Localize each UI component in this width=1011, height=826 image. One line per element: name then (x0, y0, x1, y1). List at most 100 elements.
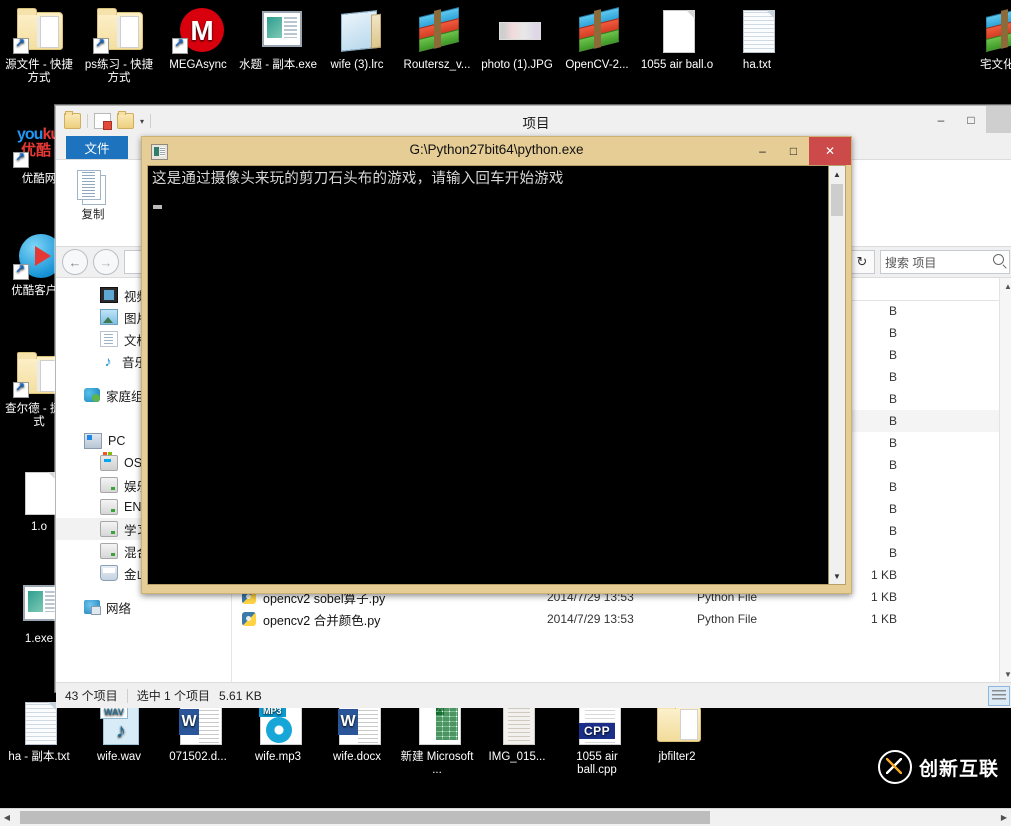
maximize-button[interactable]: □ (956, 106, 986, 133)
page-horizontal-scrollbar[interactable]: ◀ ▶ (0, 808, 1011, 826)
desktop-icon-label: jbfilter2 (658, 751, 696, 763)
python-console-window[interactable]: G:\Python27bit64\python.exe – □ ✕ 这是通过摄像… (141, 136, 852, 594)
back-button[interactable]: ← (62, 249, 88, 275)
scroll-down-arrow[interactable]: ▼ (829, 568, 845, 584)
watermark: 创新互联 (877, 750, 999, 784)
copy-icon (64, 164, 122, 206)
desktop-icon-bottom-5[interactable]: X 新建 Microsoft ... (398, 698, 476, 777)
copy-button[interactable]: 复制 (64, 164, 122, 222)
desktop-icon-label: 宅文化-... (980, 59, 1011, 71)
mega-icon: M (170, 6, 226, 56)
explorer-title-bar[interactable]: ▾ 项目 – □ (56, 106, 1011, 136)
python-file-icon (242, 612, 256, 626)
desktop-icon-9[interactable]: ha.txt (718, 6, 796, 72)
text-file-icon (729, 6, 785, 56)
desktop-icon-label: ha.txt (742, 59, 772, 71)
this-pc-icon (84, 433, 102, 449)
search-placeholder: 搜索 项目 (885, 255, 937, 270)
os-drive-icon (100, 452, 118, 471)
table-row[interactable]: opencv2 合并颜色.py 2014/7/29 13:53 Python F… (232, 608, 1011, 630)
desktop-icon-7[interactable]: OpenCV-2... (558, 6, 636, 72)
maximize-button[interactable]: □ (778, 137, 809, 165)
sidebar-item-label: PC (108, 434, 126, 448)
drive-icon (100, 499, 118, 515)
scroll-up-arrow[interactable]: ▲ (1000, 278, 1011, 294)
desktop-icon-label: wife (3).lrc (330, 59, 384, 71)
video-library-icon (100, 287, 118, 303)
desktop-icon-label: wife.docx (333, 751, 381, 763)
minimize-button[interactable]: – (747, 137, 778, 165)
desktop-icon-4[interactable]: wife (3).lrc (318, 6, 396, 72)
sidebar-item-label: 家庭组 (106, 389, 144, 404)
refresh-icon[interactable]: ↻ (849, 250, 875, 274)
file-type: Python File (697, 612, 758, 626)
console-scrollbar[interactable]: ▲ ▼ (828, 166, 845, 584)
network-icon (84, 600, 101, 615)
desktop-icon-label: 源文件 - 快捷方式 (5, 59, 73, 84)
minimize-button[interactable]: – (926, 106, 956, 133)
search-input[interactable]: 搜索 项目 (880, 250, 1010, 274)
selection-info: 选中 1 个项目 (136, 689, 211, 703)
explorer-window-controls[interactable]: – □ (926, 106, 1011, 133)
desktop-icon-8[interactable]: 1055 air ball.o (638, 6, 716, 72)
scroll-down-arrow[interactable]: ▼ (1000, 666, 1011, 682)
sidebar-item-label: EN (124, 500, 142, 514)
scrollbar-thumb[interactable] (20, 811, 710, 824)
watermark-logo-icon (877, 750, 912, 784)
console-title-bar[interactable]: G:\Python27bit64\python.exe – □ ✕ (142, 137, 851, 165)
copy-label: 复制 (81, 209, 105, 221)
desktop-icon-3[interactable]: 水题 - 副本.exe (239, 6, 317, 72)
desktop-icon-label: OpenCV-2... (565, 59, 629, 71)
winrar-icon (976, 6, 1011, 56)
sidebar-item-network[interactable]: 网络 (56, 596, 231, 618)
application-icon (250, 6, 306, 56)
file-list-scrollbar[interactable]: ▲ ▼ (999, 278, 1011, 682)
scroll-up-arrow[interactable]: ▲ (829, 166, 845, 182)
status-bar: 43 个项目 选中 1 个项目 5.61 KB (56, 682, 1011, 708)
desktop-icon-6[interactable]: photo (1).JPG (478, 6, 556, 72)
music-library-icon: ♪ (104, 353, 112, 369)
desktop-icon-bottom-7[interactable]: CPP 1055 air ball.cpp (558, 698, 636, 777)
desktop-icon-0[interactable]: 源文件 - 快捷方式 (0, 6, 78, 85)
console-cursor (153, 205, 162, 209)
desktop-icon-label: 1055 air ball.o (640, 59, 714, 71)
desktop-icon-label: ha - 副本.txt (8, 751, 70, 763)
drive-icon (100, 543, 118, 559)
close-button[interactable]: ✕ (809, 137, 851, 165)
scroll-left-arrow[interactable]: ◀ (0, 813, 14, 822)
desktop-icon-10[interactable]: 宅文化-... (965, 6, 1011, 72)
drive-icon (100, 521, 118, 537)
pictures-library-icon (100, 309, 118, 325)
selection-size: 5.61 KB (219, 688, 262, 703)
file-size: 1 KB (870, 612, 897, 626)
file-date: 2014/7/29 13:53 (547, 612, 634, 626)
winrar-icon (569, 6, 625, 56)
file-name-cell[interactable]: opencv2 合并颜色.py (232, 610, 547, 629)
explorer-window-title: 项目 (522, 116, 550, 131)
forward-button[interactable]: → (93, 249, 119, 275)
desktop-icon-label: wife.wav (96, 751, 142, 763)
blank-document-icon (649, 6, 705, 56)
tab-file[interactable]: 文件 (66, 136, 128, 159)
desktop-icon-label: Routersz_v... (403, 59, 471, 71)
close-button[interactable] (986, 106, 1011, 133)
desktop-icon-1[interactable]: ps练习 - 快捷方式 (80, 6, 158, 85)
console-window-controls[interactable]: – □ ✕ (747, 137, 851, 165)
winrar-icon (409, 6, 465, 56)
homegroup-icon (84, 388, 100, 402)
scroll-thumb[interactable] (831, 184, 843, 216)
desktop-icon-5[interactable]: Routersz_v... (398, 6, 476, 72)
console-output-area[interactable]: 这是通过摄像头来玩的剪刀石头布的游戏，请输入回车开始游戏 ▲ ▼ (147, 165, 846, 585)
scroll-right-arrow[interactable]: ▶ (997, 813, 1011, 822)
details-view-icon[interactable] (988, 686, 1010, 706)
desktop-icon-label: ps练习 - 快捷方式 (84, 59, 154, 84)
console-output-line: 这是通过摄像头来玩的剪刀石头布的游戏，请输入回车开始游戏 (152, 171, 564, 187)
desktop-icon-label: 071502.d... (169, 751, 227, 763)
scrollbar-track[interactable] (14, 811, 997, 824)
desktop-icon-label: 水题 - 副本.exe (239, 59, 317, 71)
desktop-icon-2[interactable]: M MEGAsync (159, 6, 237, 72)
view-mode-buttons[interactable] (988, 686, 1010, 706)
documents-library-icon (100, 331, 118, 347)
desktop-icon-label: 1055 air ball.cpp (576, 751, 618, 776)
folder-shortcut-icon (11, 6, 67, 56)
